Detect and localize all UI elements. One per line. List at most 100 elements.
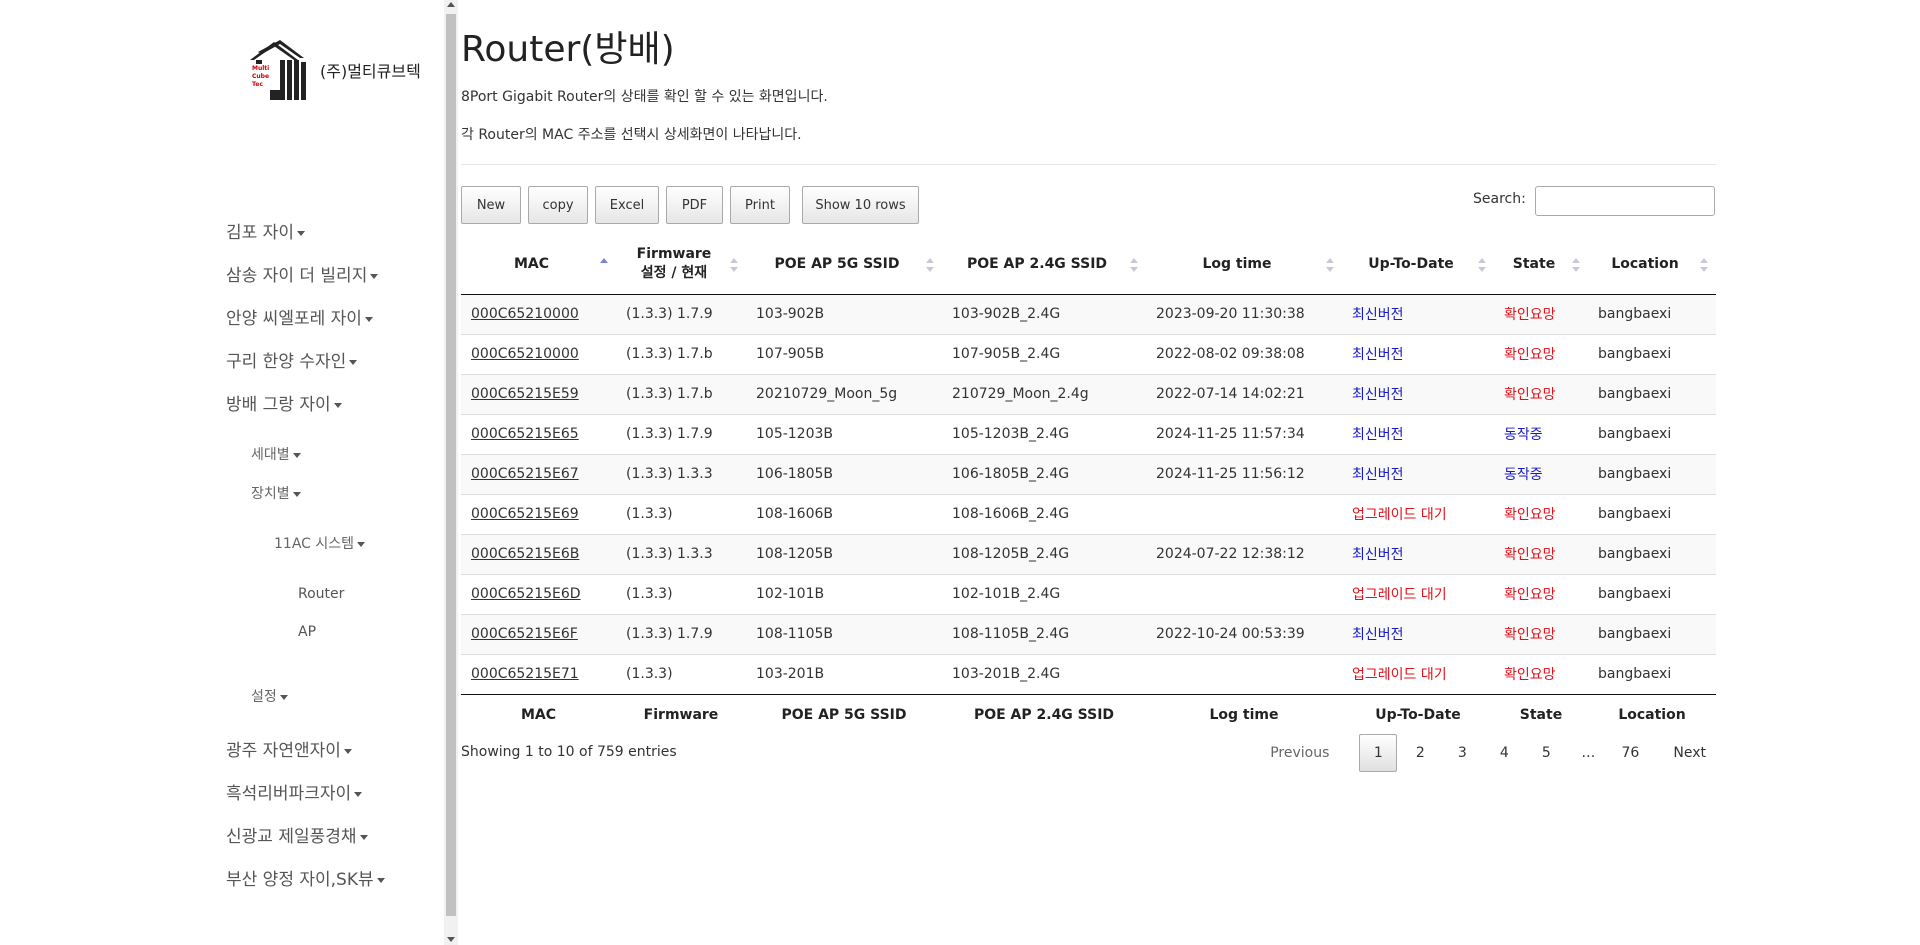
- page-button[interactable]: 1: [1359, 734, 1398, 772]
- firmware-cell: (1.3.3) 1.7.b: [616, 333, 746, 374]
- sidebar-item-by-device[interactable]: 장치별: [251, 483, 301, 503]
- scroll-up-icon[interactable]: [447, 2, 455, 7]
- page-button[interactable]: 76: [1611, 734, 1649, 772]
- mac-link[interactable]: 000C65215E59: [471, 386, 579, 402]
- sidebar-item-heukseok[interactable]: 흑석리버파크자이: [226, 779, 363, 804]
- mac-cell[interactable]: 000C65210000: [461, 333, 616, 374]
- ssid-24g-cell: 108-1105B_2.4G: [942, 613, 1146, 654]
- mac-cell[interactable]: 000C65215E59: [461, 373, 616, 414]
- ssid-5g-cell: 103-201B: [746, 653, 942, 694]
- mac-cell[interactable]: 000C65210000: [461, 294, 616, 334]
- column-header[interactable]: Up-To-Date: [1342, 234, 1494, 295]
- page-button[interactable]: 3: [1443, 734, 1481, 772]
- state-cell: 동작중: [1494, 413, 1588, 454]
- column-header[interactable]: Log time: [1146, 234, 1342, 295]
- sidebar-item-bangbae[interactable]: 방배 그랑 자이: [226, 390, 342, 415]
- page-button[interactable]: 2: [1401, 734, 1439, 772]
- column-header-label: POE AP 5G SSID: [774, 255, 900, 272]
- print-button[interactable]: Print: [730, 186, 790, 224]
- show-rows-button[interactable]: Show 10 rows: [802, 186, 919, 224]
- copy-button[interactable]: copy: [528, 186, 588, 224]
- firmware-cell: (1.3.3) 1.3.3: [616, 453, 746, 494]
- column-header[interactable]: MAC: [461, 234, 616, 295]
- sidebar-item-label: 김포 자이: [226, 223, 294, 243]
- mac-link[interactable]: 000C65215E65: [471, 426, 579, 442]
- ssid-24g-cell: 210729_Moon_2.4g: [942, 373, 1146, 414]
- mac-cell[interactable]: 000C65215E6F: [461, 613, 616, 654]
- sidebar-item-anyang[interactable]: 안양 씨엘포레 자이: [226, 304, 373, 329]
- pdf-button[interactable]: PDF: [666, 186, 723, 224]
- location-cell: bangbaexi: [1588, 294, 1716, 334]
- mac-cell[interactable]: 000C65215E6B: [461, 533, 616, 574]
- sidebar-item-ap[interactable]: AP: [298, 624, 316, 640]
- page-description: 8Port Gigabit Router의 상태를 확인 할 수 있는 화면입니…: [461, 89, 828, 105]
- location-cell: bangbaexi: [1588, 453, 1716, 494]
- sidebar-item-singwanggyo[interactable]: 신광교 제일풍경채: [226, 822, 368, 847]
- sidebar-item-settings[interactable]: 설정: [251, 686, 288, 706]
- mac-cell[interactable]: 000C65215E71: [461, 653, 616, 694]
- company-logo[interactable]: Multi Cube Tec (주)멀티큐브텍: [244, 38, 421, 102]
- scroll-thumb[interactable]: [446, 14, 456, 916]
- column-header[interactable]: State: [1494, 234, 1588, 295]
- mac-cell[interactable]: 000C65215E69: [461, 493, 616, 534]
- up-to-date-cell: 업그레이드 대기: [1342, 493, 1494, 534]
- sidebar-item-samsong[interactable]: 삼송 자이 더 빌리지: [226, 261, 379, 286]
- mac-link[interactable]: 000C65215E67: [471, 466, 579, 482]
- mac-link[interactable]: 000C65210000: [471, 346, 579, 362]
- sidebar-item-gwangju[interactable]: 광주 자연앤자이: [226, 736, 352, 761]
- firmware-cell: (1.3.3) 1.3.3: [616, 533, 746, 574]
- page-button[interactable]: 5: [1527, 734, 1565, 772]
- state-cell: 확인요망: [1494, 653, 1588, 694]
- caret-down-icon: [279, 694, 288, 700]
- ssid-24g-cell: 106-1805B_2.4G: [942, 453, 1146, 494]
- sidebar-item-busan[interactable]: 부산 양정 자이,SK뷰: [226, 865, 385, 890]
- sidebar-item-label: 설정: [251, 689, 277, 705]
- mac-cell[interactable]: 000C65215E6D: [461, 573, 616, 614]
- excel-button[interactable]: Excel: [595, 186, 659, 224]
- page-button[interactable]: 4: [1485, 734, 1523, 772]
- location-cell: bangbaexi: [1588, 493, 1716, 534]
- column-header[interactable]: Location: [1588, 234, 1716, 295]
- table-body: 000C65210000 (1.3.3) 1.7.9 103-902B 103-902…: [461, 294, 1716, 694]
- sidebar-item-guri[interactable]: 구리 한양 수자인: [226, 347, 358, 372]
- next-button[interactable]: Next: [1663, 734, 1716, 772]
- mac-link[interactable]: 000C65215E6B: [471, 546, 579, 562]
- mac-link[interactable]: 000C65215E71: [471, 666, 579, 682]
- column-header[interactable]: POE AP 5G SSID: [746, 234, 942, 295]
- ssid-5g-cell: 20210729_Moon_5g: [746, 373, 942, 414]
- new-button[interactable]: New: [461, 186, 521, 224]
- sidebar-item-label: 방배 그랑 자이: [226, 395, 331, 415]
- ssid-5g-cell: 107-905B: [746, 333, 942, 374]
- column-header[interactable]: Firmware 설정 / 현재: [616, 234, 746, 295]
- location-cell: bangbaexi: [1588, 573, 1716, 614]
- sidebar-item-label: 안양 씨엘포레 자이: [226, 309, 362, 329]
- scroll-down-icon[interactable]: [447, 937, 455, 942]
- ssid-5g-cell: 102-101B: [746, 573, 942, 614]
- mac-cell[interactable]: 000C65215E65: [461, 413, 616, 454]
- caret-down-icon: [292, 491, 301, 497]
- previous-button[interactable]: Previous: [1260, 734, 1339, 772]
- caret-down-icon: [376, 877, 385, 883]
- sidebar-scrollbar[interactable]: [444, 0, 458, 945]
- mac-link[interactable]: 000C65215E6D: [471, 586, 581, 602]
- log-time-cell: 2022-10-24 00:53:39: [1146, 613, 1342, 654]
- firmware-cell: (1.3.3) 1.7.9: [616, 613, 746, 654]
- sidebar-item-gimpo[interactable]: 김포 자이: [226, 218, 305, 243]
- pagination: Previous 1 2 3 4 5 … 76 Next: [1260, 734, 1716, 772]
- ssid-24g-cell: 103-201B_2.4G: [942, 653, 1146, 694]
- mac-link[interactable]: 000C65215E6F: [471, 626, 578, 642]
- mac-link[interactable]: 000C65215E69: [471, 506, 579, 522]
- sidebar-item-label: 삼송 자이 더 빌리지: [226, 266, 368, 286]
- sidebar-item-by-household[interactable]: 세대별: [251, 444, 301, 464]
- column-header-label: Up-To-Date: [1368, 255, 1454, 272]
- caret-down-icon: [343, 748, 352, 754]
- mac-cell[interactable]: 000C65215E67: [461, 453, 616, 494]
- caret-down-icon: [359, 834, 368, 840]
- mac-link[interactable]: 000C65210000: [471, 306, 579, 322]
- sidebar-item-router[interactable]: Router: [298, 586, 344, 602]
- sidebar-item-11ac-system[interactable]: 11AC 시스템: [274, 533, 366, 553]
- location-cell: bangbaexi: [1588, 373, 1716, 414]
- search-input[interactable]: [1535, 186, 1715, 216]
- column-header[interactable]: POE AP 2.4G SSID: [942, 234, 1146, 295]
- up-to-date-cell: 최신버전: [1342, 533, 1494, 574]
